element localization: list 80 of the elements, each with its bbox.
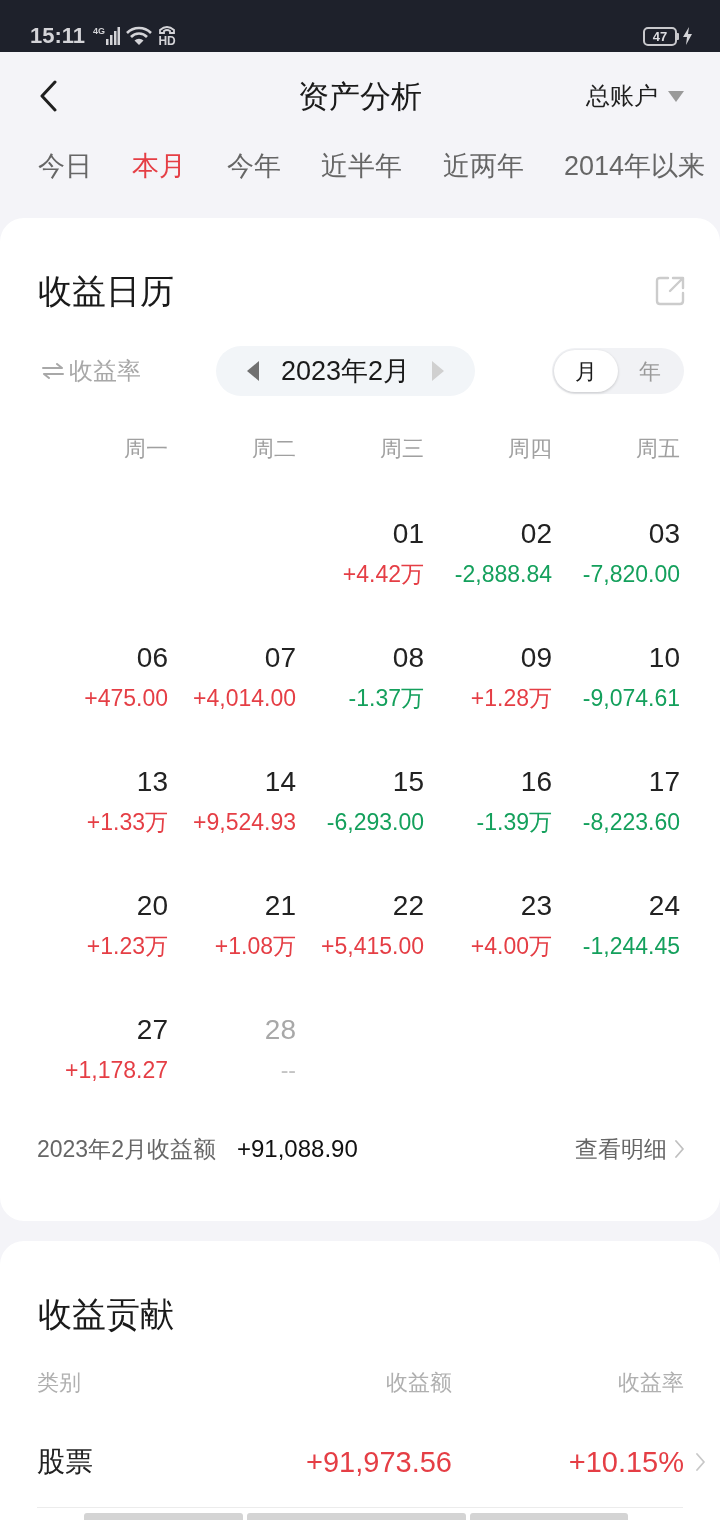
weekday-label: 周三	[380, 435, 424, 463]
day-number: 08	[392, 641, 424, 675]
clock-time: 15:11	[30, 25, 86, 47]
summary-label: 2023年2月收益额	[37, 1135, 216, 1164]
previous-icon[interactable]	[247, 361, 259, 381]
day-profit: -6,293.00	[326, 808, 424, 836]
day-profit: +1.33万	[86, 808, 168, 836]
profit-rate: +10.15%	[568, 1445, 684, 1479]
weekday-label: 周一	[124, 435, 168, 463]
share-icon[interactable]	[655, 276, 685, 306]
column-header: 类别	[37, 1369, 81, 1397]
day-profit: +4.42万	[342, 560, 424, 588]
day-profit: +475.00	[84, 684, 168, 712]
summary-value: +91,088.90	[236, 1134, 358, 1164]
day-number: 17	[648, 765, 680, 799]
day-number: 01	[392, 517, 424, 551]
section-title: 收益贡献	[38, 1294, 174, 1334]
phone-icon	[158, 25, 177, 34]
day-number: 27	[136, 1013, 168, 1047]
network-type: 4G	[93, 27, 106, 36]
day-number: 06	[136, 641, 168, 675]
day-profit: +4,014.00	[193, 684, 296, 712]
column-header: 收益率	[618, 1369, 684, 1397]
profit-amount: +91,973.56	[306, 1445, 452, 1479]
period-tab[interactable]: 近两年	[442, 149, 524, 183]
period-tab[interactable]: 2014年以来	[563, 149, 705, 183]
day-profit: -8,223.60	[582, 808, 680, 836]
chevron-icon[interactable]	[696, 1453, 705, 1471]
day-profit: +1,178.27	[65, 1056, 168, 1084]
day-number: 16	[520, 765, 552, 799]
day-number: 15	[392, 765, 424, 799]
swap-icon	[42, 363, 64, 379]
account-dropdown[interactable]: 总账户	[586, 81, 684, 111]
day-profit: -1,244.45	[582, 932, 680, 960]
day-number: 24	[648, 889, 680, 923]
day-number: 13	[136, 765, 168, 799]
hd-label: HD	[158, 35, 176, 47]
page-title: 资产分析	[298, 77, 422, 116]
day-profit: -1.39万	[476, 808, 552, 836]
day-profit: -9,074.61	[582, 684, 680, 712]
day-number: 03	[648, 517, 680, 551]
signal-icon	[106, 27, 121, 45]
caret-icon	[668, 90, 684, 102]
weekday-label: 周四	[508, 435, 552, 463]
day-number: 28	[264, 1013, 296, 1047]
weekday-label: 周二	[252, 435, 296, 463]
weekday-label: 周五	[636, 435, 680, 463]
details-link[interactable]: 查看明细	[575, 1134, 684, 1164]
day-number: 14	[264, 765, 296, 799]
day-number: 09	[520, 641, 552, 675]
month-label: 2023年2月	[280, 355, 411, 388]
period-tab[interactable]: 今年	[226, 149, 281, 183]
day-number: 21	[264, 889, 296, 923]
view-option[interactable]: 月	[554, 350, 618, 392]
day-profit: -1.37万	[348, 684, 424, 712]
day-profit: +1.23万	[86, 932, 168, 960]
period-tab[interactable]: 近半年	[321, 149, 403, 183]
category-name: 股票	[37, 1445, 93, 1479]
day-number: 22	[392, 889, 424, 923]
day-number: 20	[136, 889, 168, 923]
back-icon[interactable]	[38, 80, 58, 112]
period-tab[interactable]: 今日	[38, 149, 92, 183]
column-header: 收益额	[386, 1369, 452, 1397]
battery-indicator: 47	[643, 26, 679, 46]
chevron-icon	[675, 1140, 684, 1158]
day-profit: -2,888.84	[454, 560, 552, 588]
day-profit: +1.28万	[470, 684, 552, 712]
day-profit: +9,524.93	[193, 808, 296, 836]
day-profit: --	[280, 1056, 296, 1084]
day-number: 10	[648, 641, 680, 675]
section-title: 收益日历	[38, 271, 174, 311]
day-number: 02	[520, 517, 552, 551]
wifi-icon	[126, 26, 153, 46]
period-tab[interactable]: 本月	[132, 149, 187, 183]
day-number: 07	[264, 641, 296, 675]
day-number: 23	[520, 889, 552, 923]
day-profit: +5,415.00	[321, 932, 424, 960]
day-profit: -7,820.00	[582, 560, 680, 588]
day-profit: +4.00万	[470, 932, 552, 960]
day-profit: +1.08万	[214, 932, 296, 960]
